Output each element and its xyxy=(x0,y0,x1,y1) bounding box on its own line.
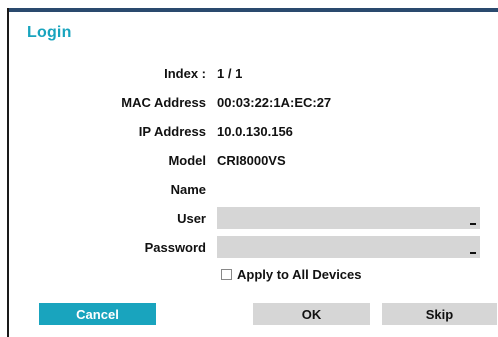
mac-address-value: 00:03:22:1A:EC:27 xyxy=(217,95,332,110)
dialog-left-border xyxy=(7,8,9,337)
mac-address-label: MAC Address xyxy=(121,95,206,110)
ip-address-value: 10.0.130.156 xyxy=(217,124,293,139)
text-cursor-icon xyxy=(470,223,476,225)
index-value: 1 / 1 xyxy=(217,66,243,81)
index-label: Index : xyxy=(164,66,206,81)
skip-button[interactable]: Skip xyxy=(382,303,497,325)
cancel-button[interactable]: Cancel xyxy=(39,303,156,325)
model-label: Model xyxy=(168,153,206,168)
user-label: User xyxy=(177,211,206,226)
apply-all-devices-checkbox[interactable] xyxy=(221,269,232,280)
name-label: Name xyxy=(170,182,206,197)
text-cursor-icon xyxy=(470,252,476,254)
login-dialog: Login Index : 1 / 1 MAC Address 00:03:22… xyxy=(0,0,498,337)
user-input[interactable] xyxy=(217,207,480,229)
dialog-top-bar xyxy=(8,8,498,12)
password-label: Password xyxy=(144,240,206,255)
apply-all-devices-label: Apply to All Devices xyxy=(237,267,362,282)
password-input[interactable] xyxy=(217,236,480,258)
ok-button[interactable]: OK xyxy=(253,303,370,325)
apply-all-devices-row[interactable]: Apply to All Devices xyxy=(221,267,362,282)
ip-address-label: IP Address xyxy=(138,124,206,139)
model-value: CRI8000VS xyxy=(217,153,286,168)
dialog-title: Login xyxy=(27,24,72,41)
